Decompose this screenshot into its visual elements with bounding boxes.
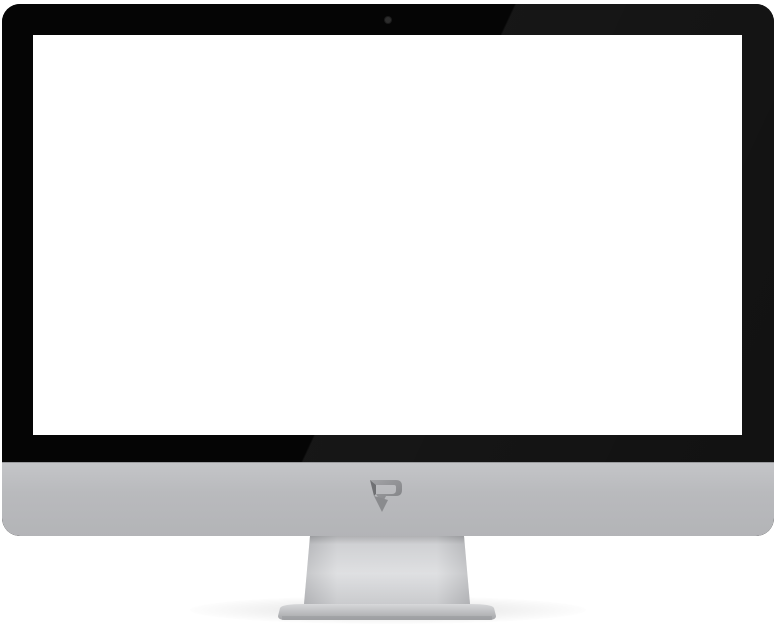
p-logo-icon (370, 480, 402, 512)
monitor-screen (33, 35, 742, 435)
monitor (2, 4, 774, 536)
monitor-mockup-scene (0, 0, 776, 625)
monitor-stand (278, 536, 496, 620)
camera-icon (385, 17, 391, 23)
